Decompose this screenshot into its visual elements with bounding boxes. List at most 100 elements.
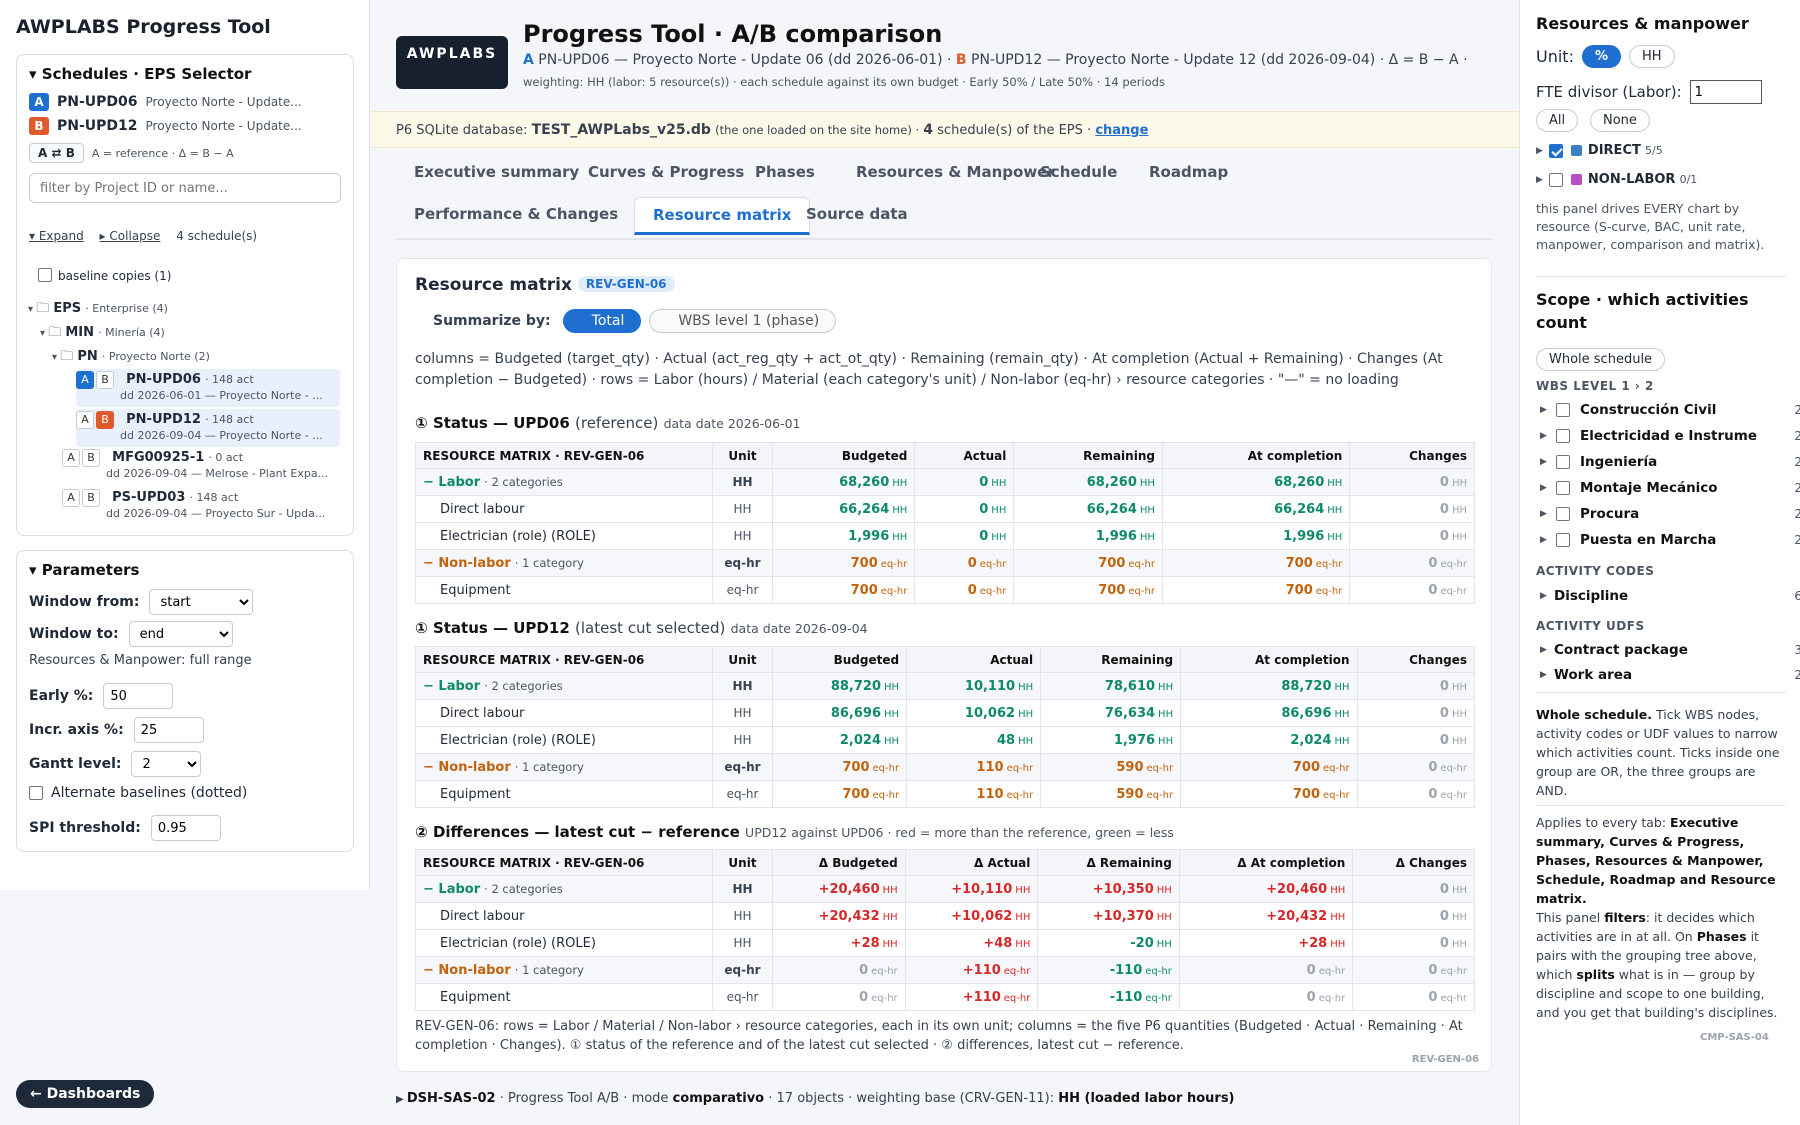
- group-row[interactable]: − Non-labor · 1 category eq-hr 0 eq-hr +110 eq…: [415, 956, 1475, 984]
- expand-caret-icon[interactable]: ▶: [1540, 509, 1554, 519]
- select-all-button[interactable]: All: [1536, 109, 1579, 132]
- alt-baselines-row[interactable]: Alternate baselines (dotted): [29, 785, 247, 801]
- expand-caret-icon[interactable]: ▶: [1540, 483, 1554, 493]
- dashboards-button[interactable]: ← Dashboards: [16, 1080, 155, 1108]
- scope-wbs-row[interactable]: ▶ Puesta en Marcha 2: [1540, 532, 1800, 548]
- tab-source-data[interactable]: Source data: [788, 197, 926, 231]
- assign-a-button[interactable]: A: [62, 449, 80, 467]
- tree-schedule-mfg00925-1[interactable]: AB MFG00925-1 · 0 act dd 2026-09-04 — Me…: [62, 449, 328, 480]
- select-none-button[interactable]: None: [1590, 109, 1650, 132]
- wbs-checkbox[interactable]: [1556, 455, 1570, 469]
- assign-b-button[interactable]: B: [82, 449, 100, 467]
- collapse-minus-icon[interactable]: −: [423, 679, 438, 694]
- schedule-b-row[interactable]: B PN-UPD12 Proyecto Norte - Update...: [29, 117, 353, 135]
- alt-baselines-checkbox[interactable]: [29, 786, 43, 800]
- gantt-level-select[interactable]: 2: [131, 751, 202, 777]
- wbs-checkbox[interactable]: [1556, 403, 1570, 417]
- scope-discipline-row[interactable]: ▶ Discipline 6: [1540, 588, 1800, 604]
- group-row[interactable]: − Labor · 2 categories HH 68,260 HH 0 HH 68,260…: [415, 468, 1475, 496]
- baseline-copies-row[interactable]: baseline copies (1): [38, 268, 171, 284]
- tab-curves-progress[interactable]: Curves & Progress: [570, 155, 762, 189]
- table-row[interactable]: Direct labour HH 86,696 HH 10,062 HH 76,634 HH 8…: [415, 699, 1476, 727]
- unit-percent-button[interactable]: %: [1581, 45, 1621, 68]
- table-row[interactable]: Equipment eq-hr 700 eq-hr 110 eq-hr 590 eq-hr 70…: [415, 780, 1476, 808]
- tab-executive-summary[interactable]: Executive summary: [396, 155, 597, 189]
- collapse-minus-icon[interactable]: −: [423, 882, 438, 897]
- expand-caret-icon[interactable]: ▶: [1540, 645, 1554, 655]
- summarize-total-option[interactable]: Total: [562, 309, 642, 333]
- table-row[interactable]: Electrician (role) (ROLE) HH 1,996 HH 0 HH 1,9…: [415, 522, 1475, 550]
- tree-node-pn[interactable]: ▾ 🗀 PN · Proyecto Norte (2): [52, 347, 210, 369]
- tree-schedule-pn-upd06[interactable]: AB PN-UPD06 · 148 act dd 2026-06-01 — Pr…: [76, 369, 340, 407]
- tree-schedule-ps-upd03[interactable]: AB PS-UPD03 · 148 act dd 2026-09-04 — Pr…: [62, 489, 325, 520]
- table-row[interactable]: Equipment eq-hr 700 eq-hr 0 eq-hr 700 eq-hr 700 e…: [415, 576, 1475, 604]
- assign-a-button[interactable]: A: [62, 489, 80, 507]
- tree-node-min[interactable]: ▾ 🗀 MIN · Minería (4): [40, 323, 165, 345]
- scope-wbs-row[interactable]: ▶ Electricidad e Instrume 2: [1540, 428, 1800, 444]
- group-row[interactable]: − Labor · 2 categories HH 88,720 HH 10,110 HH 7…: [415, 672, 1476, 700]
- expand-caret-icon[interactable]: ▶: [1540, 457, 1554, 467]
- early-input[interactable]: [103, 683, 174, 709]
- assign-b-button[interactable]: B: [82, 489, 100, 507]
- collapse-minus-icon[interactable]: −: [423, 760, 438, 775]
- table-row[interactable]: Equipment eq-hr 0 eq-hr +110 eq-hr -110 eq-hr 0 e…: [415, 983, 1475, 1011]
- scope-work-area-row[interactable]: ▶ Work area 2: [1540, 667, 1800, 683]
- schedule-a-row[interactable]: A PN-UPD06 Proyecto Norte - Update...: [29, 93, 353, 111]
- collapse-caret-icon[interactable]: ▾: [29, 65, 42, 83]
- scope-contract-package-row[interactable]: ▶ Contract package 3: [1540, 642, 1800, 658]
- group-row[interactable]: − Non-labor · 1 category eq-hr 700 eq-hr 110 e…: [415, 753, 1476, 781]
- expand-caret-icon[interactable]: ▶: [1536, 175, 1543, 185]
- expand-caret-icon[interactable]: ▶: [1540, 535, 1554, 545]
- incr-axis-input[interactable]: [133, 717, 204, 743]
- expand-caret-icon[interactable]: ▶: [1536, 146, 1543, 156]
- wbs-checkbox[interactable]: [1556, 533, 1570, 547]
- tab-schedule[interactable]: Schedule: [1022, 155, 1135, 189]
- tab-performance-changes[interactable]: Performance & Changes: [396, 197, 636, 231]
- window-from-select[interactable]: start: [149, 589, 254, 615]
- direct-checkbox[interactable]: [1548, 143, 1563, 158]
- whole-schedule-button[interactable]: Whole schedule: [1536, 348, 1666, 371]
- resource-nonlabor-row[interactable]: ▶ NON-LABOR 0/1: [1536, 172, 1697, 187]
- table-row[interactable]: Electrician (role) (ROLE) HH +28 HH +48 HH -20…: [415, 929, 1475, 957]
- wbs-checkbox[interactable]: [1556, 507, 1570, 521]
- expand-caret-icon[interactable]: ▶: [1540, 591, 1554, 601]
- assign-a-button[interactable]: A: [76, 411, 94, 429]
- assign-b-button[interactable]: B: [96, 371, 114, 389]
- baseline-copies-checkbox[interactable]: [38, 268, 52, 282]
- expand-caret-icon[interactable]: ▶: [1540, 405, 1554, 415]
- scope-wbs-row[interactable]: ▶ Construcción Civil 2: [1540, 402, 1800, 418]
- group-row[interactable]: − Non-labor · 1 category eq-hr 700 eq-hr 0 eq-…: [415, 549, 1475, 577]
- table-row[interactable]: Electrician (role) (ROLE) HH 2,024 HH 48 HH 1,…: [415, 726, 1476, 754]
- collapse-link[interactable]: ▸ Collapse: [100, 229, 161, 243]
- summarize-wbs-option[interactable]: WBS level 1 (phase): [649, 309, 837, 333]
- group-row[interactable]: − Labor · 2 categories HH +20,460 HH +10,110 H…: [415, 875, 1475, 903]
- spi-input[interactable]: [150, 815, 221, 841]
- bottom-status-bar[interactable]: ▶ DSH-SAS-02 · Progress Tool A/B · mode …: [396, 1091, 1235, 1106]
- wbs-checkbox[interactable]: [1556, 429, 1570, 443]
- scope-wbs-row[interactable]: ▶ Procura 2: [1540, 506, 1800, 522]
- resource-direct-row[interactable]: ▶ DIRECT 5/5: [1536, 143, 1663, 158]
- tree-node-eps[interactable]: ▾ 🗀 EPS · Enterprise (4): [28, 299, 168, 321]
- scope-wbs-row[interactable]: ▶ Montaje Mecánico 2: [1540, 480, 1800, 496]
- wbs-checkbox[interactable]: [1556, 481, 1570, 495]
- collapse-caret-icon[interactable]: ▾: [29, 561, 42, 579]
- assign-a-button[interactable]: A: [76, 371, 94, 389]
- fte-divisor-input[interactable]: [1689, 80, 1762, 104]
- tab-resource-matrix[interactable]: Resource matrix: [634, 197, 811, 235]
- tree-schedule-pn-upd12[interactable]: AB PN-UPD12 · 148 act dd 2026-09-04 — Pr…: [76, 409, 340, 447]
- table-row[interactable]: Direct labour HH +20,432 HH +10,062 HH +10,370…: [415, 902, 1475, 930]
- swap-ab-button[interactable]: A ⇄ B: [29, 143, 84, 163]
- expand-caret-icon[interactable]: ▶: [1540, 431, 1554, 441]
- collapse-minus-icon[interactable]: −: [423, 475, 438, 490]
- expand-caret-icon[interactable]: ▶: [1540, 670, 1554, 680]
- window-to-select[interactable]: end: [128, 621, 233, 647]
- scope-wbs-row[interactable]: ▶ Ingeniería 2: [1540, 454, 1800, 470]
- assign-b-button[interactable]: B: [96, 411, 114, 429]
- nonlabor-checkbox[interactable]: [1548, 172, 1563, 187]
- collapse-minus-icon[interactable]: −: [423, 963, 438, 978]
- change-db-link[interactable]: change: [1095, 123, 1148, 138]
- table-row[interactable]: Direct labour HH 66,264 HH 0 HH 66,264 HH 66,264…: [415, 495, 1475, 523]
- tab-roadmap[interactable]: Roadmap: [1131, 155, 1246, 189]
- unit-hh-button[interactable]: HH: [1629, 45, 1675, 68]
- schedule-filter-input[interactable]: [29, 173, 341, 203]
